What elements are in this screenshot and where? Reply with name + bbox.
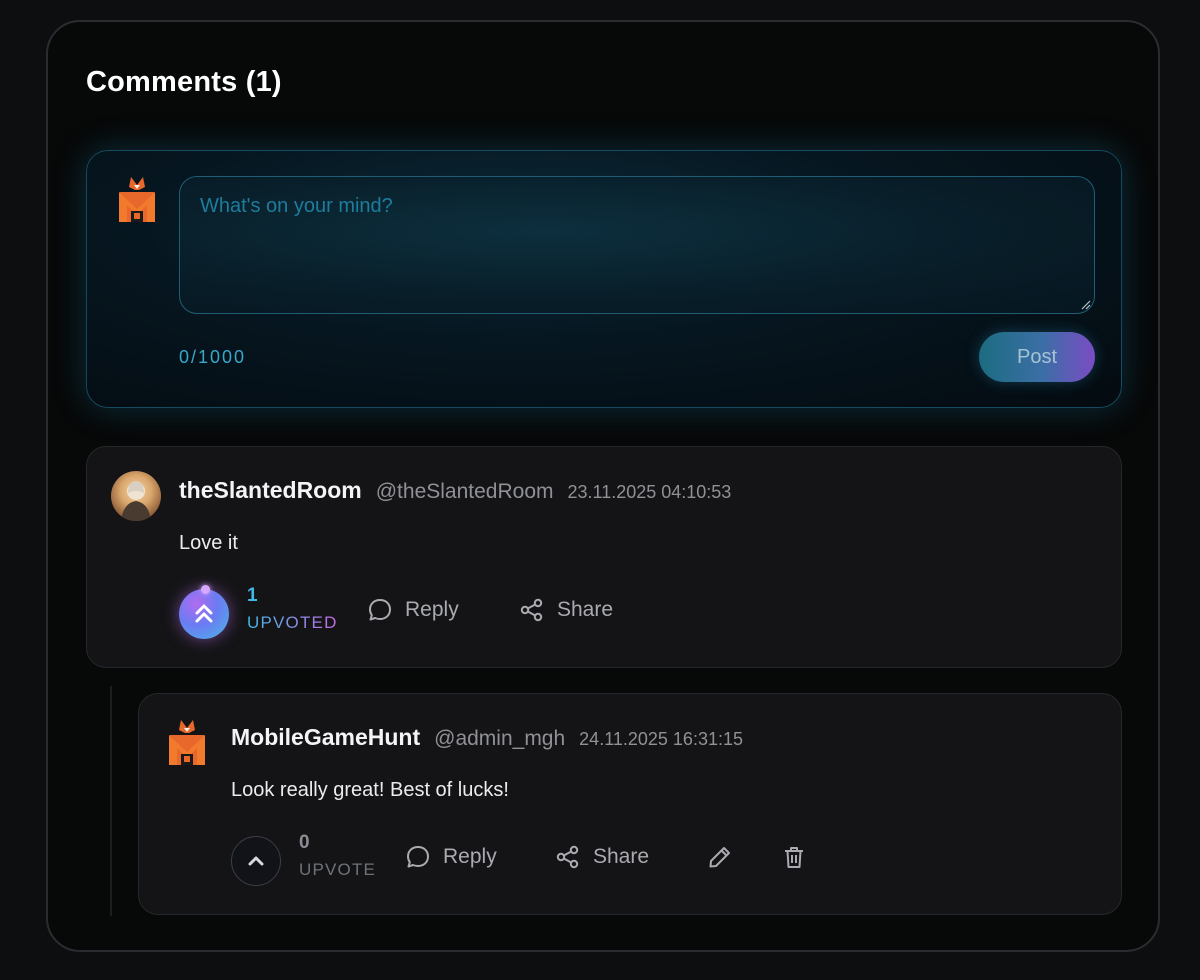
pencil-icon <box>709 847 730 868</box>
comment-timestamp: 23.11.2025 04:10:53 <box>567 482 732 502</box>
upvote-button[interactable] <box>179 585 229 639</box>
comment-card: theSlantedRoom @theSlantedRoom 23.11.202… <box>86 446 1122 668</box>
comment-composer: 0/1000 Post <box>86 150 1122 408</box>
author-name[interactable]: theSlantedRoom <box>179 477 362 504</box>
reply-button[interactable]: Reply <box>405 844 497 870</box>
chevron-up-icon <box>248 856 264 866</box>
post-button[interactable]: Post <box>979 332 1095 382</box>
upvote-indicator-dot <box>201 585 210 594</box>
thread-connector <box>110 686 112 916</box>
share-label: Share <box>557 598 614 621</box>
resize-grip-icon[interactable] <box>1079 298 1091 310</box>
character-counter: 0/1000 <box>179 347 247 367</box>
reply-label: Reply <box>443 845 497 868</box>
trash-icon <box>785 847 803 868</box>
reply-label: Reply <box>405 598 459 621</box>
reply-card: MobileGameHunt @admin_mgh 24.11.2025 16:… <box>138 693 1122 915</box>
speech-bubble-icon <box>369 599 391 621</box>
share-icon <box>556 845 579 869</box>
mobilegamehunt-logo-icon <box>119 177 155 222</box>
share-icon <box>520 598 543 622</box>
comments-title: Comments (1) <box>86 66 282 98</box>
delete-button[interactable] <box>781 844 807 870</box>
comment-header: MobileGameHunt @admin_mgh 24.11.2025 16:… <box>231 724 743 751</box>
edit-button[interactable] <box>707 844 733 870</box>
author-handle[interactable]: @admin_mgh <box>434 727 565 751</box>
share-label: Share <box>593 845 650 868</box>
speech-bubble-icon <box>407 846 429 868</box>
comment-header: theSlantedRoom @theSlantedRoom 23.11.202… <box>179 477 731 504</box>
share-button[interactable]: Share <box>555 844 649 870</box>
author-name[interactable]: MobileGameHunt <box>231 724 420 751</box>
comment-input[interactable] <box>179 176 1095 314</box>
comment-body: Love it <box>179 532 238 554</box>
vote-state-label: UPVOTED <box>247 613 338 632</box>
mobilegamehunt-logo-icon[interactable] <box>167 718 207 766</box>
double-chevron-up-icon <box>195 604 213 623</box>
share-button[interactable]: Share <box>519 597 613 623</box>
vote-count: 1 <box>247 585 258 606</box>
comment-body: Look really great! Best of lucks! <box>231 779 509 801</box>
reply-button[interactable]: Reply <box>367 597 459 623</box>
author-handle[interactable]: @theSlantedRoom <box>376 480 554 504</box>
upvote-button[interactable] <box>231 836 281 886</box>
user-photo-icon <box>121 481 151 521</box>
comment-timestamp: 24.11.2025 16:31:15 <box>579 729 743 749</box>
avatar[interactable] <box>111 471 161 521</box>
vote-count: 0 <box>299 832 310 853</box>
vote-state-label: UPVOTE <box>299 860 377 879</box>
comments-panel: Comments (1) 0/1000 Post theSlantedRoom <box>46 20 1160 952</box>
